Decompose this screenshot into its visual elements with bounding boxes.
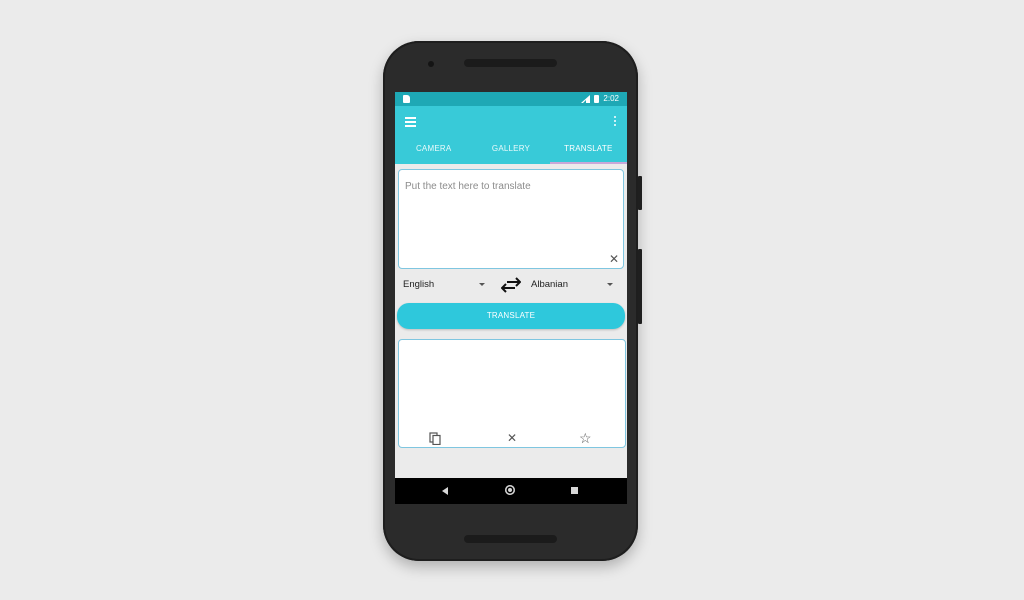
menu-icon[interactable] <box>405 117 416 127</box>
signal-icon <box>581 94 591 103</box>
close-icon[interactable]: ✕ <box>609 253 619 265</box>
tab-bar: CAMERA GALLERY TRANSLATE <box>395 138 627 164</box>
battery-icon <box>594 94 600 103</box>
screen: 2:02 CAMERA GALLERY TRANSLATE Put the te… <box>395 92 627 504</box>
output-actions: ✕ ☆ <box>399 431 625 445</box>
recents-icon[interactable] <box>571 487 578 494</box>
source-language-select[interactable]: English <box>403 279 434 290</box>
power-button <box>638 249 642 324</box>
more-vert-icon[interactable] <box>614 116 617 127</box>
volume-button <box>638 176 642 210</box>
home-icon[interactable] <box>505 485 515 495</box>
status-bar: 2:02 <box>395 92 627 106</box>
bottom-speaker <box>464 535 557 543</box>
front-camera <box>428 61 434 67</box>
translation-output: ✕ ☆ <box>398 339 626 448</box>
tab-gallery[interactable]: GALLERY <box>472 138 549 164</box>
tab-translate[interactable]: TRANSLATE <box>549 138 627 164</box>
chevron-down-icon[interactable] <box>607 283 613 286</box>
target-language-select[interactable]: Albanian <box>531 279 568 290</box>
app-bar: CAMERA GALLERY TRANSLATE <box>395 106 627 164</box>
top-speaker <box>464 59 557 67</box>
close-icon[interactable]: ✕ <box>507 431 517 445</box>
copy-icon[interactable] <box>429 432 441 445</box>
translate-button[interactable]: TRANSLATE <box>397 303 625 329</box>
phone-frame: 2:02 CAMERA GALLERY TRANSLATE Put the te… <box>383 41 642 561</box>
sim-icon <box>403 95 410 103</box>
status-time: 2:02 <box>603 94 619 103</box>
language-selector-row: English Albanian <box>395 275 627 297</box>
input-placeholder: Put the text here to translate <box>405 181 531 192</box>
tab-camera[interactable]: CAMERA <box>395 138 472 164</box>
chevron-down-icon[interactable] <box>479 283 485 286</box>
source-text-input[interactable]: Put the text here to translate ✕ <box>398 169 624 269</box>
star-outline-icon[interactable]: ☆ <box>579 431 592 445</box>
back-icon[interactable] <box>442 487 448 495</box>
system-nav-bar <box>395 478 627 504</box>
swap-horiz-icon[interactable] <box>501 277 521 293</box>
